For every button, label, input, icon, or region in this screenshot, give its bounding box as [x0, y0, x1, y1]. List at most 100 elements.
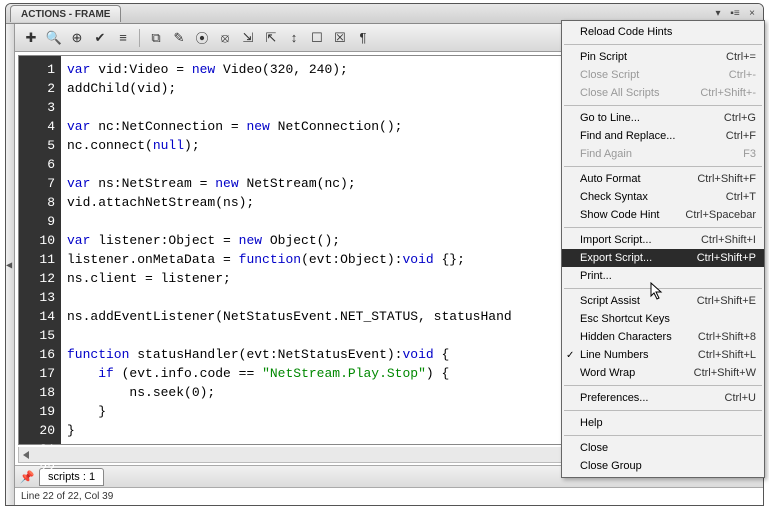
- menu-separator: [564, 166, 762, 167]
- menu-item-label: Word Wrap: [580, 367, 694, 379]
- menu-item-shortcut: Ctrl+Spacebar: [685, 209, 756, 221]
- menu-item-find-again: Find AgainF3: [562, 145, 764, 163]
- breakpoint-toggle-icon[interactable]: ⦿: [192, 28, 212, 48]
- menu-item-go-to-line[interactable]: Go to Line...Ctrl+G: [562, 109, 764, 127]
- menu-item-find-and-replace[interactable]: Find and Replace...Ctrl+F: [562, 127, 764, 145]
- menu-item-show-code-hint[interactable]: Show Code HintCtrl+Spacebar: [562, 206, 764, 224]
- line-number-gutter: 12345678910111213141516171819202122: [19, 56, 61, 444]
- line-number: 13: [19, 288, 61, 307]
- expand-all-icon[interactable]: ↕: [284, 28, 304, 48]
- collapse-selection-icon[interactable]: ⇱: [261, 28, 281, 48]
- remove-comment-icon[interactable]: ☒: [330, 28, 350, 48]
- line-number: 17: [19, 364, 61, 383]
- remove-breakpoints-icon[interactable]: ⦻: [215, 28, 235, 48]
- panel-menu-icon[interactable]: ▪≡: [728, 7, 742, 20]
- menu-item-label: Line Numbers: [580, 349, 698, 361]
- collapse-between-icon[interactable]: ⇲: [238, 28, 258, 48]
- check-icon: ✓: [566, 350, 574, 361]
- menu-separator: [564, 105, 762, 106]
- menu-item-label: Go to Line...: [580, 112, 724, 124]
- menu-item-print[interactable]: Print...: [562, 267, 764, 285]
- menu-item-label: Export Script...: [580, 252, 697, 264]
- menu-item-label: Import Script...: [580, 234, 701, 246]
- line-number: 7: [19, 174, 61, 193]
- menu-item-shortcut: Ctrl+Shift+F: [697, 173, 756, 185]
- menu-item-line-numbers[interactable]: ✓Line NumbersCtrl+Shift+L: [562, 346, 764, 364]
- close-panel-icon[interactable]: ×: [745, 7, 759, 20]
- menu-item-shortcut: Ctrl+U: [725, 392, 756, 404]
- line-number: 5: [19, 136, 61, 155]
- menu-item-auto-format[interactable]: Auto FormatCtrl+Shift+F: [562, 170, 764, 188]
- panel-title-tab[interactable]: ACTIONS - FRAME: [10, 5, 121, 22]
- menu-separator: [564, 288, 762, 289]
- code-hint-icon[interactable]: ⧉: [146, 28, 166, 48]
- menu-item-label: Reload Code Hints: [580, 26, 756, 38]
- menu-item-label: Close Script: [580, 69, 729, 81]
- menu-item-shortcut: Ctrl+T: [726, 191, 756, 203]
- menu-item-import-script[interactable]: Import Script...Ctrl+Shift+I: [562, 231, 764, 249]
- menu-item-export-script[interactable]: Export Script...Ctrl+Shift+P: [562, 249, 764, 267]
- menu-item-label: Esc Shortcut Keys: [580, 313, 756, 325]
- menu-item-pin-script[interactable]: Pin ScriptCtrl+=: [562, 48, 764, 66]
- line-number: 16: [19, 345, 61, 364]
- auto-format-icon[interactable]: ≡: [113, 28, 133, 48]
- menu-item-hidden-characters[interactable]: Hidden CharactersCtrl+Shift+8: [562, 328, 764, 346]
- line-number: 6: [19, 155, 61, 174]
- line-number: 11: [19, 250, 61, 269]
- menu-item-reload-code-hints[interactable]: Reload Code Hints: [562, 23, 764, 41]
- menu-item-shortcut: F3: [743, 148, 756, 160]
- menu-item-shortcut: Ctrl+Shift+W: [694, 367, 756, 379]
- statusbar: Line 22 of 22, Col 39: [15, 487, 763, 505]
- line-number: 9: [19, 212, 61, 231]
- line-number: 12: [19, 269, 61, 288]
- line-number: 14: [19, 307, 61, 326]
- check-syntax-icon[interactable]: ✔: [90, 28, 110, 48]
- menu-item-shortcut: Ctrl+Shift+-: [700, 87, 756, 99]
- panel-title: ACTIONS - FRAME: [21, 9, 110, 20]
- add-script-icon[interactable]: ✚: [21, 28, 41, 48]
- line-number: 2: [19, 79, 61, 98]
- line-number: 1: [19, 60, 61, 79]
- find-icon[interactable]: 🔍: [44, 28, 64, 48]
- menu-item-close-group[interactable]: Close Group: [562, 457, 764, 475]
- menu-separator: [564, 410, 762, 411]
- line-number: 20: [19, 421, 61, 440]
- menu-item-preferences[interactable]: Preferences...Ctrl+U: [562, 389, 764, 407]
- menu-item-label: Hidden Characters: [580, 331, 698, 343]
- menu-item-check-syntax[interactable]: Check SyntaxCtrl+T: [562, 188, 764, 206]
- cursor-position-text: Line 22 of 22, Col 39: [21, 491, 113, 502]
- sidebar-toggle-handle[interactable]: [6, 24, 15, 505]
- panel-options-menu: Reload Code Hints Pin ScriptCtrl+= Close S…: [561, 20, 765, 478]
- menu-item-label: Print...: [580, 270, 756, 282]
- show-hidden-icon[interactable]: ¶: [353, 28, 373, 48]
- menu-item-label: Pin Script: [580, 51, 726, 63]
- menu-item-label: Help: [580, 417, 756, 429]
- menu-item-shortcut: Ctrl+Shift+E: [697, 295, 756, 307]
- menu-item-help[interactable]: Help: [562, 414, 764, 432]
- menu-item-label: Find Again: [580, 148, 743, 160]
- debug-options-icon[interactable]: ✎: [169, 28, 189, 48]
- line-number: 18: [19, 383, 61, 402]
- menu-item-close-all-scripts: Close All ScriptsCtrl+Shift+-: [562, 84, 764, 102]
- menu-item-script-assist[interactable]: Script AssistCtrl+Shift+E: [562, 292, 764, 310]
- line-number: 19: [19, 402, 61, 421]
- menu-item-shortcut: Ctrl+G: [724, 112, 756, 124]
- menu-separator: [564, 435, 762, 436]
- menu-item-close[interactable]: Close: [562, 439, 764, 457]
- target-path-icon[interactable]: ⊕: [67, 28, 87, 48]
- menu-item-label: Close: [580, 442, 756, 454]
- collapse-icon[interactable]: ▾: [711, 7, 725, 20]
- line-number: 10: [19, 231, 61, 250]
- line-number: 3: [19, 98, 61, 117]
- menu-item-label: Check Syntax: [580, 191, 726, 203]
- menu-item-label: Script Assist: [580, 295, 697, 307]
- apply-comment-icon[interactable]: ☐: [307, 28, 327, 48]
- menu-item-shortcut: Ctrl+-: [729, 69, 756, 81]
- menu-item-shortcut: Ctrl+=: [726, 51, 756, 63]
- menu-item-word-wrap[interactable]: Word WrapCtrl+Shift+W: [562, 364, 764, 382]
- menu-item-esc-shortcut-keys[interactable]: Esc Shortcut Keys: [562, 310, 764, 328]
- line-number: 4: [19, 117, 61, 136]
- menu-item-label: Close Group: [580, 460, 756, 472]
- menu-item-shortcut: Ctrl+F: [726, 130, 756, 142]
- line-number: 15: [19, 326, 61, 345]
